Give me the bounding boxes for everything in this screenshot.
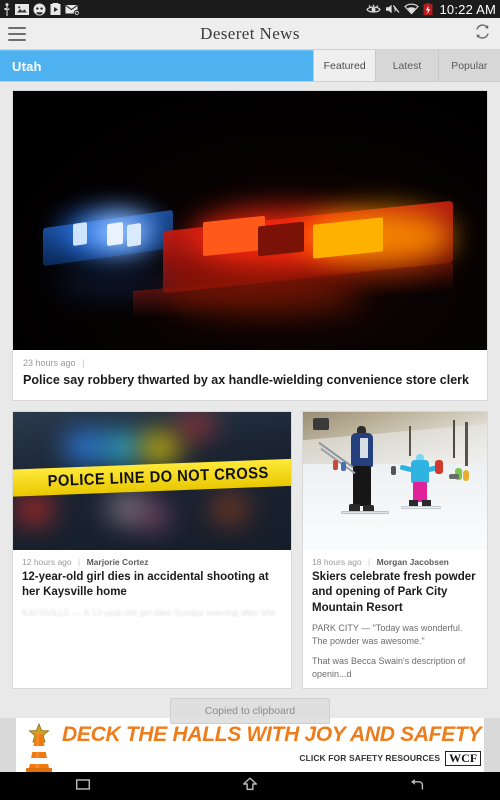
hamburger-menu-icon[interactable] <box>8 26 26 41</box>
traffic-cone-with-star-icon <box>16 718 62 772</box>
toast-message: Copied to clipboard <box>204 705 296 717</box>
article-byline: Marjorie Cortez <box>86 557 149 568</box>
meta-separator: | <box>78 557 81 568</box>
status-icons-right: 10:22 AM <box>366 2 496 17</box>
status-icons-left <box>3 2 80 16</box>
ad-banner[interactable]: DECK THE HALLS WITH JOY AND SAFETY CLICK… <box>16 718 484 772</box>
app-root: 10:22 AM Deseret News Utah Featured Late… <box>0 0 500 800</box>
back-icon <box>407 775 427 798</box>
article-image-skiers <box>303 412 487 551</box>
mute-icon <box>385 3 400 15</box>
ad-subline: CLICK FOR SAFETY RESOURCES <box>299 753 441 764</box>
screen-record-icon <box>50 2 61 16</box>
home-icon <box>240 775 260 798</box>
tab-featured-label: Featured <box>323 59 366 72</box>
wifi-icon <box>404 3 420 15</box>
article-feed[interactable]: 23 hours ago | Police say robbery thwart… <box>0 82 500 700</box>
home-button[interactable] <box>220 772 280 800</box>
android-navigation-bar <box>0 772 500 800</box>
eye-icon <box>366 4 382 15</box>
article-meta-skiers: 18 hours ago | Morgan Jacobsen <box>303 550 487 568</box>
article-card-skiers[interactable]: 18 hours ago | Morgan Jacobsen Skiers ce… <box>302 411 488 689</box>
article-excerpt-skiers: PARK CITY — "Today was wonderful. The po… <box>303 620 487 681</box>
section-tab-bar: Utah Featured Latest Popular <box>0 50 500 82</box>
hero-article-title[interactable]: Police say robbery thwarted by ax handle… <box>13 370 487 400</box>
chat-icon <box>33 3 46 16</box>
tab-latest-label: Latest <box>392 59 422 72</box>
wcf-logo: WCF <box>445 750 482 767</box>
ad-text-block: DECK THE HALLS WITH JOY AND SAFETY CLICK… <box>62 724 487 767</box>
ad-subline-row: CLICK FOR SAFETY RESOURCES WCF <box>62 750 482 767</box>
image-icon <box>15 3 29 16</box>
article-title-skiers[interactable]: Skiers celebrate fresh powder and openin… <box>303 568 487 620</box>
section-utah-button[interactable]: Utah <box>0 50 313 81</box>
meta-separator: | <box>368 557 371 568</box>
recents-button[interactable] <box>53 772 113 800</box>
article-excerpt-shooting-clipped: KAYSVILLE — A 12-year-old girl died Sund… <box>22 607 276 617</box>
status-bar-clock: 10:22 AM <box>439 1 496 17</box>
toast-notification: Copied to clipboard <box>170 698 330 724</box>
tab-featured[interactable]: Featured <box>313 50 376 81</box>
police-tape-text: POLICE LINE DO NOT CROSS <box>47 464 269 490</box>
article-excerpt-paragraph-1: PARK CITY — "Today was wonderful. The po… <box>312 622 463 646</box>
app-action-bar: Deseret News <box>0 18 500 50</box>
ad-headline: DECK THE HALLS WITH JOY AND SAFETY <box>62 722 482 746</box>
hero-meta-separator: | <box>82 358 85 368</box>
tab-popular[interactable]: Popular <box>437 50 500 81</box>
article-row: POLICE LINE DO NOT CROSS 12 hours ago | … <box>12 411 488 689</box>
recents-icon <box>74 775 92 798</box>
article-title-shooting[interactable]: 12-year-old girl dies in accidental shoo… <box>13 568 291 604</box>
refresh-icon[interactable] <box>473 22 492 46</box>
back-button[interactable] <box>387 772 447 800</box>
section-label: Utah <box>12 58 42 74</box>
tab-latest[interactable]: Latest <box>375 50 438 81</box>
article-timestamp: 12 hours ago <box>22 557 72 568</box>
hero-article-card[interactable]: 23 hours ago | Police say robbery thwart… <box>12 90 488 402</box>
page-title: Deseret News <box>200 23 300 43</box>
article-image-police-tape: POLICE LINE DO NOT CROSS <box>13 412 291 551</box>
article-excerpt-paragraph-2: That was Becca Swain's description of op… <box>312 655 466 679</box>
hero-article-meta: 23 hours ago | <box>13 350 487 370</box>
android-status-bar: 10:22 AM <box>0 0 500 18</box>
article-meta-shooting: 12 hours ago | Marjorie Cortez <box>13 550 291 568</box>
battery-charging-icon <box>423 2 433 16</box>
article-card-shooting[interactable]: POLICE LINE DO NOT CROSS 12 hours ago | … <box>12 411 292 689</box>
ad-banner-region: DECK THE HALLS WITH JOY AND SAFETY CLICK… <box>0 718 500 772</box>
email-icon <box>65 3 80 16</box>
tab-popular-label: Popular <box>451 59 488 72</box>
article-timestamp: 18 hours ago <box>312 557 362 568</box>
article-byline: Morgan Jacobsen <box>376 557 449 568</box>
usb-icon <box>3 2 11 16</box>
hero-timestamp: 23 hours ago <box>23 358 76 368</box>
hero-article-image <box>13 91 487 350</box>
tab-group: Featured Latest Popular <box>313 50 500 81</box>
